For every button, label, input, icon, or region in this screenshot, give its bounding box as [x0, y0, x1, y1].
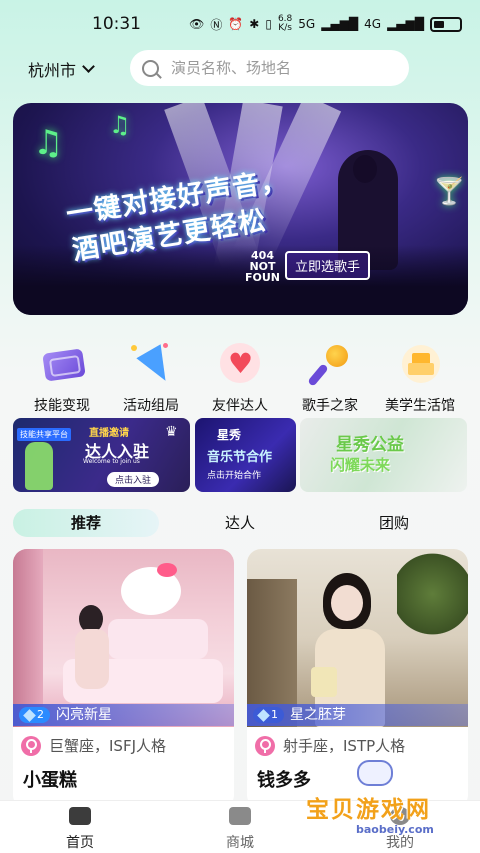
- nav-home[interactable]: 首页: [40, 807, 120, 852]
- promo-card-talent[interactable]: 技能共享平台 直播邀请 达人入驻 Welcome to join us 点击入驻…: [13, 418, 190, 492]
- singer-head: [353, 155, 377, 183]
- promo-card-festival[interactable]: 星秀 音乐节合作 点击开始合作: [195, 418, 296, 492]
- tab-talent[interactable]: 达人: [173, 509, 307, 537]
- vibrate-icon: ▯: [265, 17, 272, 31]
- promo-title: 星秀公益: [336, 435, 404, 455]
- female-icon: [255, 735, 275, 756]
- not-found-badge: 404 NOT FOUN: [245, 250, 280, 283]
- alarm-icon: ⏰: [228, 17, 244, 31]
- signal-5g-label: 5G: [298, 17, 316, 31]
- promo-subtitle: Welcome to join us: [83, 458, 140, 465]
- error-text-2: FOUN: [245, 271, 281, 284]
- rank-label: 闪亮新星: [56, 707, 112, 723]
- search-input[interactable]: [171, 59, 371, 77]
- promo-subtitle: 闪耀未来: [330, 456, 391, 474]
- status-time: 10:31: [92, 14, 141, 34]
- promo-banner[interactable]: ♫ ♫ 🍸 一键对接好声音， 酒吧演艺更轻松 404 NOT FOUN 立即选歌…: [13, 103, 468, 315]
- net-speed-unit: K/s: [278, 23, 292, 33]
- feed-tabs: 推荐 达人 团购: [13, 509, 468, 537]
- rank-number: 1: [271, 708, 278, 721]
- signal-4g-label: 4G: [364, 17, 382, 31]
- menu-label: 美学生活馆: [385, 398, 455, 414]
- city-label: 杭州市: [28, 61, 77, 80]
- menu-item-aesthetic[interactable]: 美学生活馆: [372, 343, 468, 415]
- nfc-icon: Ⓝ: [210, 17, 223, 32]
- shop-icon: [229, 807, 251, 825]
- rank-bar: 2 闪亮新星: [13, 704, 234, 726]
- zodiac-text: 巨蟹座，ISFJ人格: [49, 737, 166, 755]
- nav-label: 商城: [226, 835, 254, 851]
- chevron-down-icon: [82, 60, 95, 73]
- promo-card-charity[interactable]: 星秀公益 闪耀未来: [300, 418, 467, 492]
- microphone-icon: [307, 343, 352, 387]
- rank-badge: 2: [19, 707, 50, 723]
- signal-bars-icon-2: ▂▄▆█: [387, 17, 424, 31]
- rank-badge: 1: [253, 707, 284, 723]
- promo-tag: 技能共享平台: [17, 428, 71, 441]
- watermark-url: baobeiy.com: [356, 823, 434, 836]
- menu-label: 活动组局: [123, 398, 179, 414]
- diamond-icon: [257, 708, 270, 722]
- status-icons: 👁 Ⓝ ⏰ ✱ ▯ 6.8 K/s 5G ▂▄▆█ 4G ▂▄▆█: [189, 15, 462, 33]
- menu-item-skill[interactable]: 技能变现: [14, 343, 110, 415]
- tab-group-buy[interactable]: 团购: [327, 509, 461, 537]
- music-note-icon: ♫: [109, 111, 131, 139]
- diamond-icon: [23, 708, 36, 722]
- menu-item-singer[interactable]: 歌手之家: [282, 343, 378, 415]
- nav-label: 首页: [66, 835, 94, 851]
- search-bar[interactable]: [130, 50, 409, 86]
- menu-label: 技能变现: [34, 398, 90, 414]
- battery-icon: [430, 16, 462, 32]
- talent-name: 小蛋糕: [23, 770, 77, 791]
- cooperate-button[interactable]: 点击开始合作: [207, 468, 261, 481]
- search-icon: [142, 59, 159, 77]
- net-speed: 6.8 K/s: [278, 15, 292, 33]
- promo-person-image: [25, 442, 53, 490]
- rank-bar: 1 星之胚芽: [247, 704, 468, 726]
- eye-icon: 👁: [189, 17, 205, 31]
- female-icon: [21, 735, 41, 756]
- zodiac-info: 射手座，ISTP人格: [255, 735, 405, 756]
- heart-icon: ♥: [218, 343, 262, 387]
- watermark-text: 宝贝游戏网: [306, 797, 431, 823]
- tab-recommend[interactable]: 推荐: [13, 509, 159, 537]
- home-icon: [69, 807, 91, 825]
- status-bar: 10:31 👁 Ⓝ ⏰ ✱ ▯ 6.8 K/s 5G ▂▄▆█ 4G ▂▄▆█: [0, 0, 480, 48]
- zodiac-text: 射手座，ISTP人格: [283, 737, 406, 755]
- menu-item-activity[interactable]: 活动组局: [103, 343, 199, 415]
- promo-title: 音乐节合作: [207, 450, 273, 465]
- game-controller-icon: [357, 760, 393, 786]
- talent-photo: [247, 549, 468, 727]
- bluetooth-icon: ✱: [249, 17, 260, 31]
- building-icon: [398, 343, 442, 387]
- promo-tag: 星秀: [217, 428, 242, 442]
- cocktail-icon: 🍸: [433, 177, 466, 207]
- talent-card[interactable]: 2 闪亮新星 巨蟹座，ISFJ人格 小蛋糕: [13, 549, 234, 809]
- zodiac-info: 巨蟹座，ISFJ人格: [21, 735, 166, 756]
- menu-label: 友伴达人: [212, 398, 268, 414]
- watermark: 宝贝游戏网 baobeiy.com: [300, 760, 450, 850]
- nav-mall[interactable]: 商城: [200, 807, 280, 852]
- signal-bars-icon: ▂▄▆█: [321, 17, 359, 31]
- rank-label: 星之胚芽: [290, 707, 346, 723]
- talent-photo: [13, 549, 234, 727]
- wallet-icon: [40, 343, 86, 387]
- crown-icon: ♛: [165, 424, 178, 440]
- rank-number: 2: [37, 708, 44, 721]
- promo-title-small: 直播邀请: [89, 428, 129, 439]
- city-selector[interactable]: 杭州市: [28, 57, 95, 81]
- menu-item-companion[interactable]: ♥ 友伴达人: [192, 343, 288, 415]
- join-button[interactable]: 点击入驻: [107, 472, 160, 487]
- music-note-icon: ♫: [33, 123, 64, 163]
- party-popper-icon: [129, 343, 178, 388]
- menu-label: 歌手之家: [302, 398, 358, 414]
- select-singer-button[interactable]: 立即选歌手: [285, 251, 371, 280]
